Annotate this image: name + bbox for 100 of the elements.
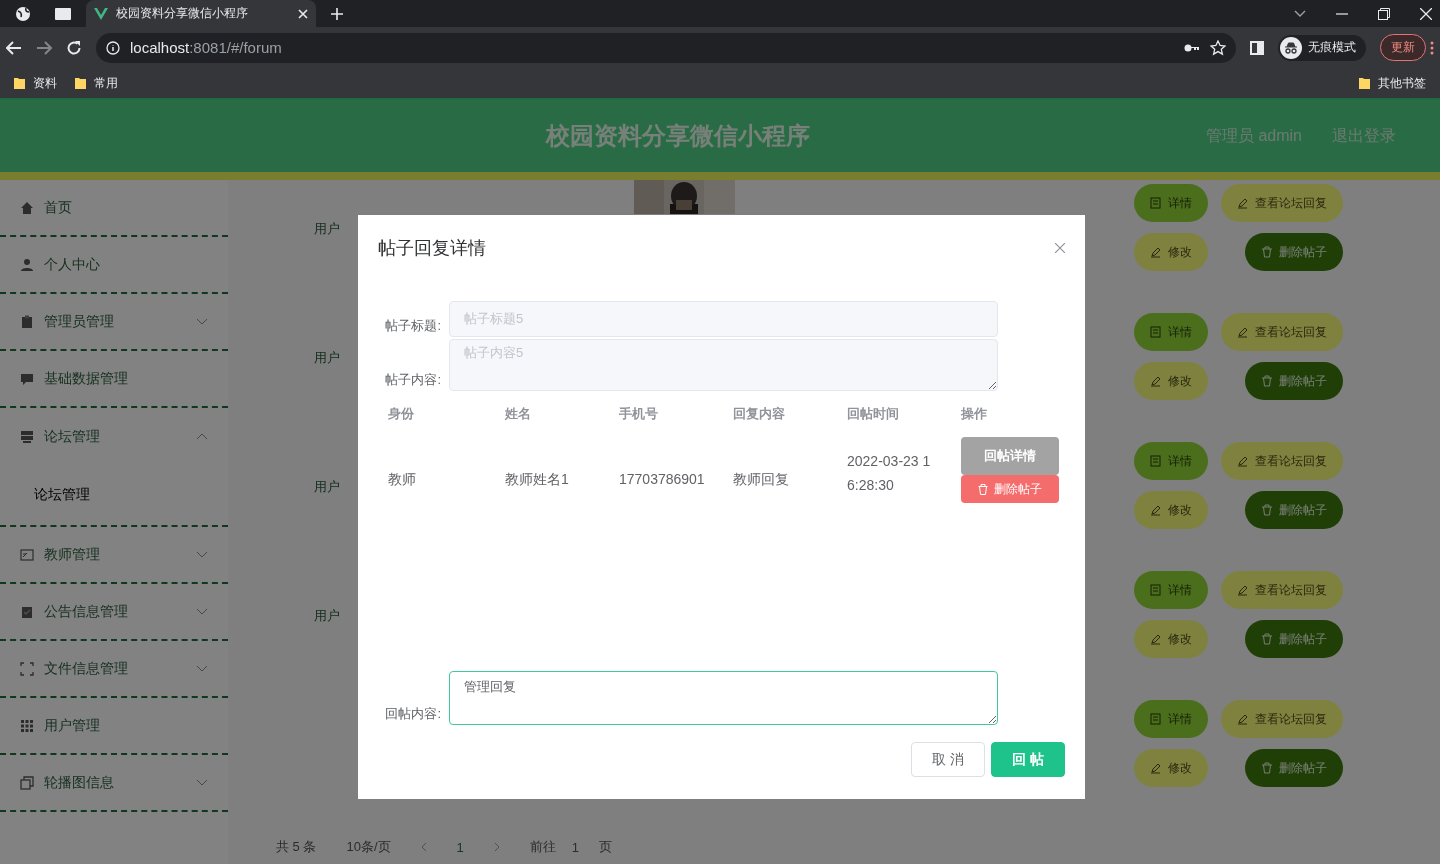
table-cell-text: 用户 bbox=[314, 220, 341, 238]
card-icon bbox=[20, 547, 34, 562]
pencil-icon bbox=[1150, 504, 1162, 516]
submenu-item[interactable]: 论坛管理 bbox=[0, 465, 228, 527]
new-tab-icon[interactable] bbox=[330, 6, 344, 21]
clipboard-icon bbox=[20, 314, 34, 329]
edit-button[interactable]: 修改 bbox=[1134, 491, 1208, 529]
delete-button[interactable]: 删除帖子 bbox=[1245, 491, 1343, 529]
copy-icon bbox=[20, 775, 34, 790]
minimize-icon[interactable] bbox=[1336, 12, 1348, 15]
info-icon[interactable] bbox=[106, 40, 120, 55]
delete-button[interactable]: 删除帖子 bbox=[1245, 620, 1343, 658]
sidebar-item[interactable]: 轮播图信息 bbox=[0, 755, 228, 812]
edit-button[interactable]: 修改 bbox=[1134, 362, 1208, 400]
column-header: 身份 bbox=[388, 405, 415, 423]
key-icon[interactable] bbox=[1184, 42, 1200, 53]
cancel-button[interactable]: 取 消 bbox=[911, 742, 986, 777]
column-header: 操作 bbox=[961, 405, 988, 423]
jump-suffix: 页 bbox=[599, 838, 612, 856]
chevron-icon[interactable] bbox=[196, 551, 208, 558]
pencil-icon bbox=[1150, 633, 1162, 645]
details-button[interactable]: 详情 bbox=[1134, 184, 1208, 222]
chevron-icon[interactable] bbox=[196, 779, 208, 786]
other-bookmarks[interactable]: 其他书签 bbox=[1355, 74, 1430, 92]
table-cell-text: 教师 bbox=[388, 470, 417, 489]
details-button[interactable]: 详情 bbox=[1134, 313, 1208, 351]
table-cell-text: 用户 bbox=[314, 478, 341, 496]
pencil-icon bbox=[1237, 584, 1249, 596]
delete-button[interactable]: 删除帖子 bbox=[1245, 749, 1343, 787]
side-panel-icon[interactable] bbox=[1250, 40, 1264, 55]
trash-icon bbox=[1261, 504, 1273, 516]
view-replies-button[interactable]: 查看论坛回复 bbox=[1221, 442, 1343, 480]
restore-icon[interactable] bbox=[1378, 7, 1390, 20]
page-number[interactable]: 1 bbox=[456, 839, 464, 855]
details-button[interactable]: 详情 bbox=[1134, 442, 1208, 480]
sidebar-item[interactable]: 基础数据管理 bbox=[0, 351, 228, 408]
view-replies-button[interactable]: 查看论坛回复 bbox=[1221, 571, 1343, 609]
edit-button[interactable]: 修改 bbox=[1134, 233, 1208, 271]
sidebar-item[interactable]: 首页 bbox=[0, 180, 228, 237]
edit-button[interactable]: 修改 bbox=[1134, 620, 1208, 658]
document-icon bbox=[1150, 326, 1162, 338]
pencil-icon bbox=[1237, 197, 1249, 209]
folder-icon bbox=[75, 77, 86, 89]
edit-button[interactable]: 修改 bbox=[1134, 749, 1208, 787]
trash-icon bbox=[1261, 246, 1273, 258]
more-icon[interactable] bbox=[1430, 40, 1434, 55]
view-replies-button[interactable]: 查看论坛回复 bbox=[1221, 700, 1343, 738]
star-icon[interactable] bbox=[1210, 39, 1226, 56]
trash-icon bbox=[1261, 762, 1273, 774]
incognito-label: 无痕模式 bbox=[1308, 39, 1356, 56]
total-count: 共 5 条 bbox=[276, 838, 317, 856]
vue-logo-icon bbox=[94, 7, 108, 20]
page-size-select[interactable]: 10条/页 bbox=[346, 838, 391, 856]
delete-button[interactable]: 删除帖子 bbox=[1245, 362, 1343, 400]
browser-tab[interactable]: 校园资料分享微信小程序 bbox=[86, 0, 316, 27]
sidebar-item[interactable]: 教师管理 bbox=[0, 527, 228, 584]
submit-button[interactable]: 回 帖 bbox=[991, 742, 1065, 777]
column-header: 姓名 bbox=[505, 405, 532, 423]
bookmark[interactable]: 常用 bbox=[71, 74, 122, 92]
chevron-icon[interactable] bbox=[196, 608, 208, 615]
field-label: 回帖内容: bbox=[384, 705, 441, 723]
document-icon bbox=[1150, 713, 1162, 725]
globe-icon[interactable] bbox=[14, 4, 32, 23]
app-title: 校园资料分享微信小程序 bbox=[544, 121, 811, 151]
view-replies-button[interactable]: 查看论坛回复 bbox=[1221, 184, 1343, 222]
sidebar-item[interactable]: 用户管理 bbox=[0, 698, 228, 755]
tab-title: 校园资料分享微信小程序 bbox=[116, 5, 249, 22]
sidebar-item[interactable]: 个人中心 bbox=[0, 237, 228, 294]
update-button[interactable]: 更新 bbox=[1380, 34, 1426, 61]
reply-field[interactable]: 管理回复 bbox=[449, 671, 998, 725]
incognito-badge[interactable]: 无痕模式 bbox=[1278, 34, 1366, 61]
view-replies-button[interactable]: 查看论坛回复 bbox=[1221, 313, 1343, 351]
window-icon[interactable] bbox=[54, 6, 72, 21]
sidebar-item[interactable]: 文件信息管理 bbox=[0, 641, 228, 698]
details-button[interactable]: 详情 bbox=[1134, 571, 1208, 609]
chevron-icon[interactable] bbox=[196, 318, 208, 325]
close-window-icon[interactable] bbox=[1420, 7, 1432, 20]
chevron-icon[interactable] bbox=[196, 433, 208, 440]
delete-button[interactable]: 删除帖子 bbox=[1245, 233, 1343, 271]
folder-icon bbox=[14, 77, 25, 89]
table-cell-text: 用户 bbox=[314, 607, 341, 625]
forward-icon[interactable] bbox=[36, 40, 52, 55]
chevron-icon[interactable] bbox=[196, 665, 208, 672]
details-button[interactable]: 详情 bbox=[1134, 700, 1208, 738]
sidebar-item[interactable]: 公告信息管理 bbox=[0, 584, 228, 641]
back-icon[interactable] bbox=[6, 40, 22, 55]
reply-details-button[interactable]: 回帖详情 bbox=[961, 437, 1059, 475]
sidebar-item[interactable]: 论坛管理 bbox=[0, 408, 228, 465]
reload-icon[interactable] bbox=[66, 39, 82, 56]
clipboard-check-icon bbox=[20, 604, 34, 619]
table-cell-text: 用户 bbox=[314, 349, 341, 367]
delete-button[interactable]: 删除帖子 bbox=[961, 475, 1059, 503]
bookmark[interactable]: 资料 bbox=[10, 74, 61, 92]
chevron-down-icon[interactable] bbox=[1294, 9, 1306, 18]
jump-input[interactable]: 1 bbox=[571, 839, 579, 855]
trash-icon bbox=[1261, 375, 1273, 387]
sidebar-item[interactable]: 管理员管理 bbox=[0, 294, 228, 351]
pencil-icon bbox=[1237, 713, 1249, 725]
address-bar[interactable]: localhost:8081/#/forum bbox=[96, 32, 1236, 63]
table-cell-text: 2022-03-23 16:28:30 bbox=[847, 452, 932, 495]
